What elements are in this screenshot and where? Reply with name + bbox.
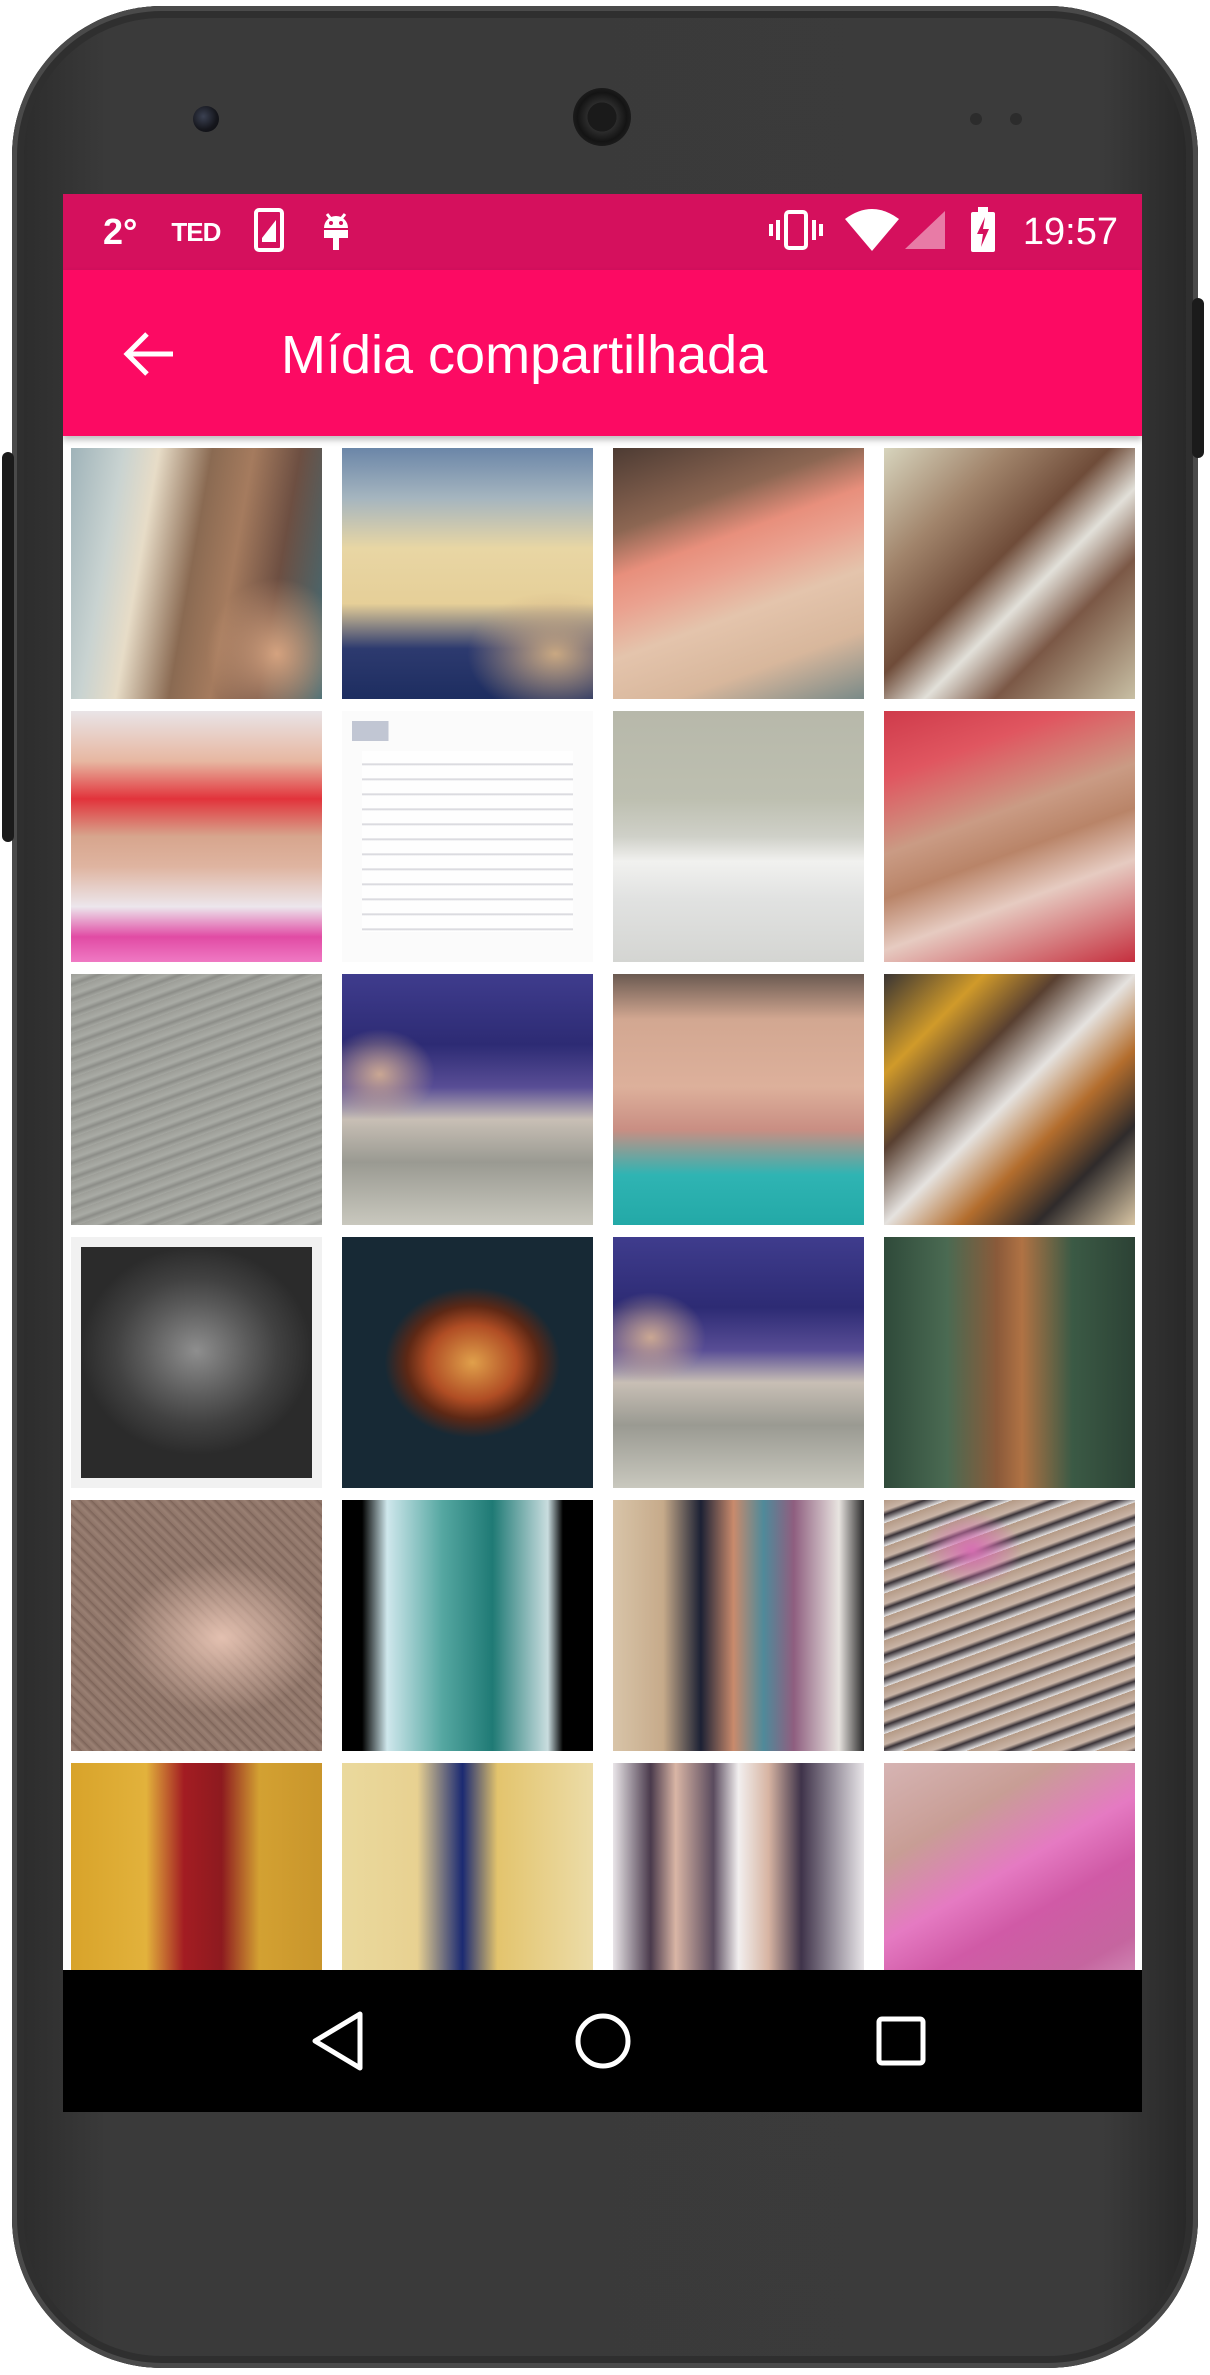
vibrate-icon	[768, 208, 823, 257]
media-thumbnail[interactable]	[613, 448, 864, 699]
light-sensor	[1010, 113, 1022, 125]
power-button	[1192, 298, 1204, 458]
media-thumbnail[interactable]	[884, 1500, 1135, 1751]
proximity-sensor	[970, 113, 982, 125]
nav-home-button[interactable]	[558, 1996, 648, 2086]
cell-signal-icon	[903, 209, 947, 256]
media-thumbnail[interactable]	[71, 448, 322, 699]
media-thumbnail[interactable]	[613, 974, 864, 1225]
media-thumbnail[interactable]	[71, 974, 322, 1225]
media-thumbnail[interactable]	[342, 974, 593, 1225]
media-thumbnail[interactable]	[884, 711, 1135, 962]
wifi-icon	[844, 208, 899, 256]
media-thumbnail[interactable]	[884, 448, 1135, 699]
nav-back-button[interactable]	[293, 1996, 383, 2086]
media-thumbnail[interactable]	[613, 711, 864, 962]
nav-recents-button[interactable]	[856, 1996, 946, 2086]
media-thumbnail[interactable]	[342, 1237, 593, 1488]
media-thumbnail[interactable]	[884, 974, 1135, 1225]
media-thumbnail[interactable]	[342, 448, 593, 699]
earpiece-speaker	[573, 88, 631, 146]
volume-button	[2, 452, 14, 842]
media-grid	[71, 448, 1135, 2014]
sim-card-icon	[254, 207, 285, 257]
nav-back-icon	[312, 2011, 363, 2071]
front-camera	[193, 106, 219, 132]
media-thumbnail[interactable]	[71, 1500, 322, 1751]
page-title: Mídia compartilhada	[281, 325, 768, 385]
arrow-back-icon	[123, 332, 173, 376]
media-thumbnail[interactable]	[342, 1500, 593, 1751]
carrier-badge: TED	[171, 216, 221, 247]
media-thumbnail[interactable]	[613, 1500, 864, 1751]
media-thumbnail[interactable]	[884, 1237, 1135, 1488]
battery-charging-icon	[969, 206, 997, 258]
media-thumbnail[interactable]	[613, 1237, 864, 1488]
status-clock: 19:57	[1022, 210, 1118, 253]
media-thumbnail[interactable]	[342, 711, 593, 962]
navigation-bar	[63, 1970, 1142, 2112]
temperature-indicator: 2°	[103, 211, 138, 252]
media-thumbnail[interactable]	[71, 711, 322, 962]
nav-recents-icon	[876, 2016, 926, 2066]
screen: 2° TED 19:57 Mídia compartilhada	[63, 194, 1142, 2112]
back-button[interactable]	[103, 308, 195, 400]
android-debug-icon	[318, 208, 354, 257]
app-bar: Mídia compartilhada	[63, 270, 1142, 436]
nav-home-icon	[575, 2013, 631, 2069]
status-bar: 2° TED 19:57	[63, 194, 1142, 270]
media-thumbnail[interactable]	[71, 1237, 322, 1488]
